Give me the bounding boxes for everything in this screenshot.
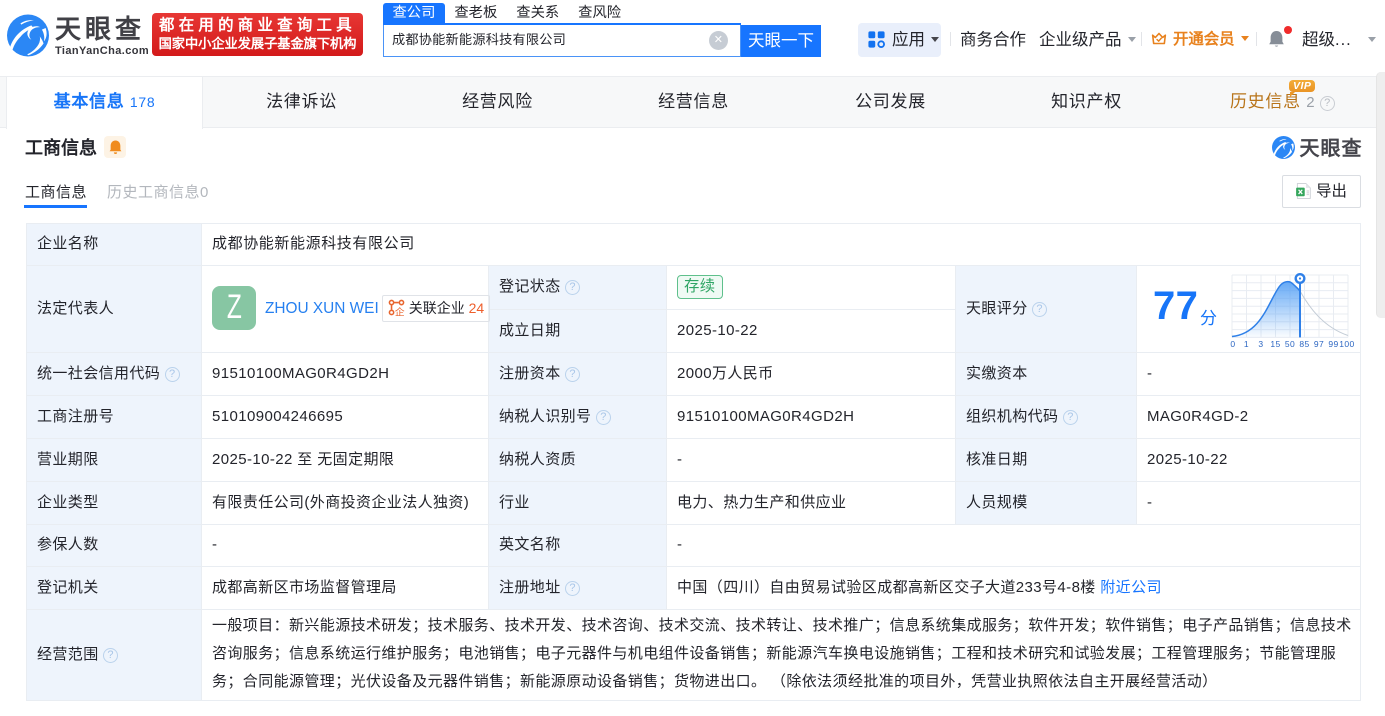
svg-text:100: 100 [1339, 339, 1354, 349]
svg-text:1: 1 [1244, 339, 1249, 349]
svg-text:0: 0 [1230, 339, 1235, 349]
svg-text:99: 99 [1328, 339, 1338, 349]
svg-text:85: 85 [1299, 339, 1309, 349]
svg-text:50: 50 [1285, 339, 1295, 349]
svg-text:3: 3 [1258, 339, 1263, 349]
svg-text:企: 企 [394, 305, 404, 316]
svg-text:97: 97 [1314, 339, 1324, 349]
svg-text:15: 15 [1270, 339, 1280, 349]
